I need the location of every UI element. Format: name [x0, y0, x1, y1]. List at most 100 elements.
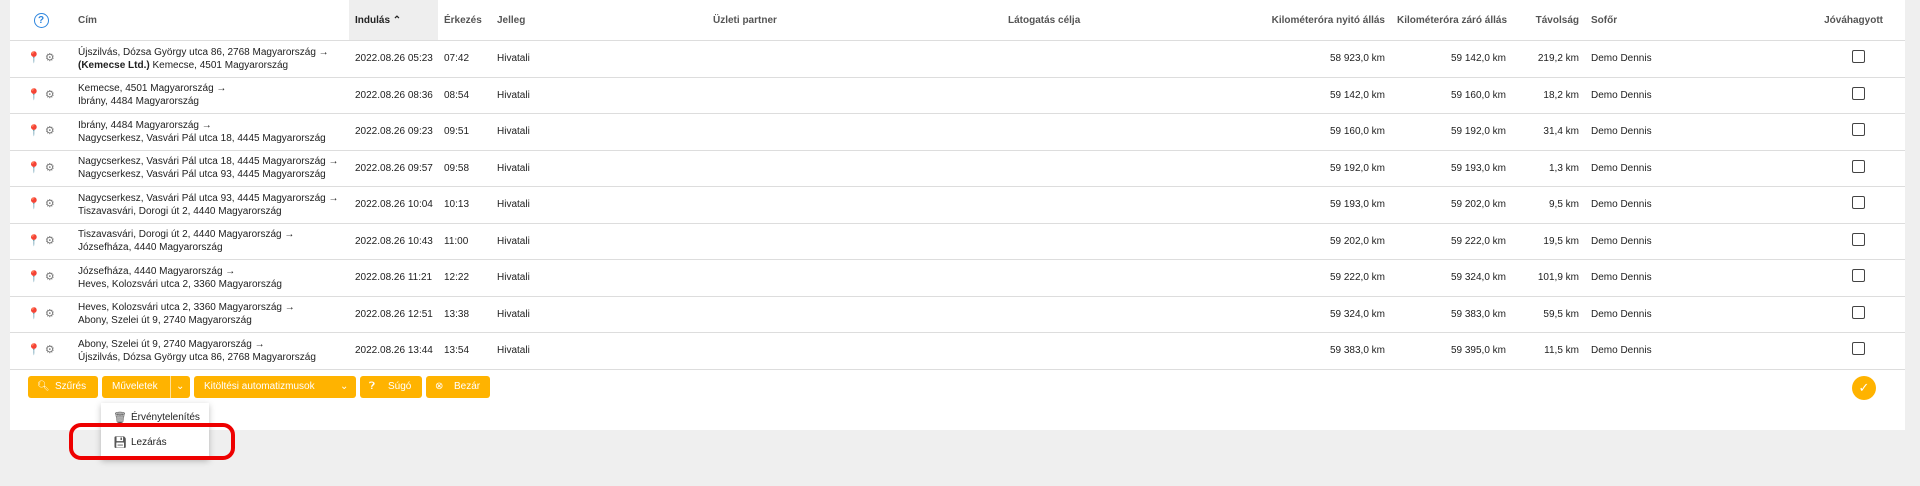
sort-ascending-icon: ⌃ — [392, 14, 402, 26]
help-icon[interactable]: ? — [33, 12, 49, 28]
autofill-button[interactable]: Kitöltési automatizmusok ⌄ — [194, 376, 356, 398]
table-row[interactable]: 📍 ⚙ Abony, Szelei út 9, 2740 Magyarország… — [10, 332, 1905, 370]
approved-checkbox[interactable] — [1852, 232, 1865, 246]
search-icon: 🔍︎ — [37, 381, 50, 392]
column-header-jovahagyott[interactable]: Jóváhagyott — [1672, 0, 1905, 41]
route-to: Nagycserkesz, Vasvári Pál utca 18, 4445 … — [78, 132, 326, 144]
approved-cell — [1672, 332, 1905, 370]
odometer-open: 58 923,0 km — [1200, 40, 1391, 78]
map-pin-icon[interactable]: 📍 — [27, 308, 41, 321]
odometer-close: 59 383,0 km — [1391, 296, 1512, 333]
gear-icon[interactable]: ⚙ — [45, 308, 55, 321]
map-pin-icon[interactable]: 📍 — [27, 52, 41, 65]
column-header-jelleg[interactable]: Jelleg — [491, 0, 651, 41]
map-pin-icon[interactable]: 📍 — [27, 89, 41, 102]
gear-icon[interactable]: ⚙ — [45, 271, 55, 284]
approved-checkbox[interactable] — [1852, 123, 1865, 137]
help-button[interactable]: ❓︎ Súgó — [360, 376, 422, 398]
route-cell: Újszilvás, Dózsa György utca 86, 2768 Ma… — [72, 40, 349, 78]
table-row[interactable]: 📍 ⚙ Kemecse, 4501 Magyarország → Ibrány, … — [10, 77, 1905, 114]
partner-cell — [651, 186, 925, 224]
end-time: 08:54 — [438, 77, 491, 114]
map-pin-icon[interactable]: 📍 — [27, 125, 41, 138]
gear-icon[interactable]: ⚙ — [45, 198, 55, 211]
column-header-erkezes[interactable]: Érkezés — [438, 0, 491, 41]
distance: 19,5 km — [1512, 223, 1585, 260]
map-pin-icon[interactable]: 📍 — [27, 344, 41, 357]
gear-icon[interactable]: ⚙ — [45, 125, 55, 138]
approved-checkbox[interactable] — [1852, 269, 1865, 283]
trip-type: Hivatali — [491, 186, 651, 224]
help-circle-icon: ❓︎ — [369, 381, 376, 392]
distance: 9,5 km — [1512, 186, 1585, 224]
route-to: Abony, Szelei út 9, 2740 Magyarország — [78, 315, 252, 327]
table-row[interactable]: 📍 ⚙ Tiszavasvári, Dorogi út 2, 4440 Magya… — [10, 223, 1905, 260]
table-row[interactable]: 📍 ⚙ Nagycserkesz, Vasvári Pál utca 18, 44… — [10, 150, 1905, 187]
route-cell: Nagycserkesz, Vasvári Pál utca 93, 4445 … — [72, 186, 349, 224]
odometer-close: 59 160,0 km — [1391, 77, 1512, 114]
actions-button[interactable]: Műveletek ⌄ — [102, 376, 190, 398]
end-time: 13:38 — [438, 296, 491, 333]
route-from: Heves, Kolozsvári utca 2, 3360 Magyarors… — [78, 302, 295, 314]
purpose-cell — [925, 77, 1200, 114]
approved-checkbox[interactable] — [1852, 159, 1865, 173]
row-actions: 📍 ⚙ — [10, 77, 72, 114]
column-header-sofor[interactable]: Sofőr — [1585, 0, 1672, 41]
approved-checkbox[interactable] — [1852, 305, 1865, 319]
column-header-celja[interactable]: Látogatás célja — [925, 0, 1200, 41]
row-actions: 📍 ⚙ — [10, 332, 72, 370]
gear-icon[interactable]: ⚙ — [45, 235, 55, 248]
gear-icon[interactable]: ⚙ — [45, 89, 55, 102]
approved-checkbox[interactable] — [1852, 342, 1865, 356]
table-row[interactable]: 📍 ⚙ Újszilvás, Dózsa György utca 86, 2768… — [10, 40, 1905, 78]
driver: Demo Dennis — [1585, 150, 1672, 187]
column-header-indulas[interactable]: Indulás ⌃ — [349, 0, 438, 41]
highlight-annotation — [69, 423, 235, 460]
column-header-cim[interactable]: Cím — [72, 0, 349, 41]
map-pin-icon[interactable]: 📍 — [27, 235, 41, 248]
table-row[interactable]: 📍 ⚙ Nagycserkesz, Vasvári Pál utca 93, 44… — [10, 186, 1905, 224]
odometer-close: 59 395,0 km — [1391, 332, 1512, 370]
approved-checkbox[interactable] — [1852, 86, 1865, 100]
route-to: Józsefháza, 4440 Magyarország — [78, 242, 223, 254]
route-from: Tiszavasvári, Dorogi út 2, 4440 Magyaror… — [78, 229, 295, 241]
driver: Demo Dennis — [1585, 113, 1672, 151]
trip-table: ? Cím Indulás ⌃ Érkezés Jelleg Üzleti pa… — [10, 0, 1905, 370]
start-time: 2022.08.26 09:23 — [349, 113, 438, 151]
close-button[interactable]: ⊗ Bezár — [426, 376, 490, 398]
filter-button[interactable]: 🔍︎ Szűrés — [28, 376, 98, 398]
map-pin-icon[interactable]: 📍 — [27, 198, 41, 211]
start-time: 2022.08.26 12:51 — [349, 296, 438, 333]
approved-checkbox[interactable] — [1852, 196, 1865, 210]
purpose-cell — [925, 296, 1200, 333]
end-time: 07:42 — [438, 40, 491, 78]
table-row[interactable]: 📍 ⚙ Heves, Kolozsvári utca 2, 3360 Magyar… — [10, 296, 1905, 333]
partner-cell — [651, 296, 925, 333]
column-header-nyito[interactable]: Kilométeróra nyitó állás — [1200, 0, 1391, 41]
route-from: Nagycserkesz, Vasvári Pál utca 93, 4445 … — [78, 192, 339, 204]
column-header-partner[interactable]: Üzleti partner — [651, 0, 925, 41]
table-row[interactable]: 📍 ⚙ Józsefháza, 4440 Magyarország → Heves… — [10, 259, 1905, 297]
double-check-icon: ✓ — [1858, 380, 1870, 395]
map-pin-icon[interactable]: 📍 — [27, 271, 41, 284]
driver: Demo Dennis — [1585, 259, 1672, 297]
column-header-zaro[interactable]: Kilométeróra záró állás — [1391, 0, 1512, 41]
map-pin-icon[interactable]: 📍 — [27, 162, 41, 175]
chevron-down-icon[interactable]: ⌄ — [176, 376, 184, 398]
route-from: Józsefháza, 4440 Magyarország → — [78, 265, 236, 277]
odometer-open: 59 383,0 km — [1200, 332, 1391, 370]
purpose-cell — [925, 40, 1200, 78]
purpose-cell — [925, 150, 1200, 187]
table-row[interactable]: 📍 ⚙ Ibrány, 4484 Magyarország → Nagycserk… — [10, 113, 1905, 151]
column-header-tavolsag[interactable]: Távolság — [1512, 0, 1585, 41]
route-from: Abony, Szelei út 9, 2740 Magyarország → — [78, 338, 265, 350]
approve-all-button[interactable]: ✓ — [1852, 376, 1876, 400]
gear-icon[interactable]: ⚙ — [45, 162, 55, 175]
purpose-cell — [925, 113, 1200, 151]
approved-checkbox[interactable] — [1852, 50, 1865, 64]
gear-icon[interactable]: ⚙ — [45, 52, 55, 65]
gear-icon[interactable]: ⚙ — [45, 344, 55, 357]
approved-cell — [1672, 150, 1905, 187]
distance: 11,5 km — [1512, 332, 1585, 370]
start-time: 2022.08.26 10:43 — [349, 223, 438, 260]
